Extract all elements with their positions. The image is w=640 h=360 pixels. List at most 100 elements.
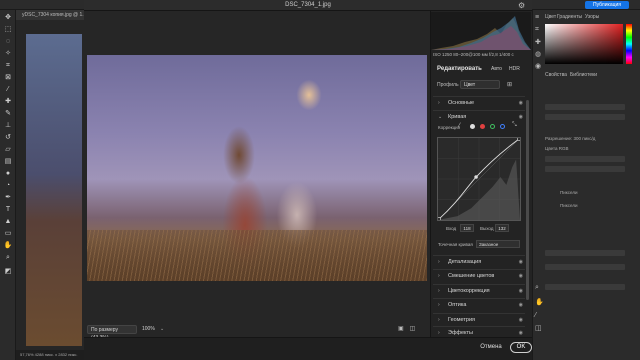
move-tool-icon[interactable]: ✥ bbox=[3, 14, 13, 22]
hue-slider[interactable] bbox=[626, 24, 632, 64]
eyedropper-tool-icon[interactable]: ⁄ bbox=[3, 86, 13, 94]
section-label: Цветокоррекция bbox=[448, 288, 490, 294]
hand-tool-icon[interactable]: ✋ bbox=[3, 242, 13, 250]
color-mode-text: Цвета RGB bbox=[545, 146, 569, 151]
chevron-down-icon[interactable]: ⌄ bbox=[160, 325, 164, 334]
tab-patterns[interactable]: Узоры bbox=[585, 14, 599, 20]
chevron-right-icon: › bbox=[438, 330, 440, 336]
red-channel-dot[interactable] bbox=[480, 124, 485, 129]
ok-button[interactable]: OK bbox=[510, 342, 532, 353]
units-text: Пиксели bbox=[560, 190, 578, 195]
curve-output-label: Выход bbox=[480, 226, 494, 231]
document-tab[interactable]: yDSC_7304 копия.jpg @ 1... bbox=[16, 10, 86, 20]
tab-libraries[interactable]: Библиотеки bbox=[570, 72, 597, 78]
section-basic[interactable]: › Основные ◉ bbox=[433, 96, 525, 108]
section-optics[interactable]: › Оптика ◉ bbox=[433, 298, 525, 310]
compare-icon[interactable]: ▣◫ bbox=[398, 325, 421, 332]
sampler-icon[interactable]: ⁄ bbox=[535, 312, 536, 319]
eye-icon[interactable]: ◉ bbox=[519, 270, 523, 282]
crop-tool-icon[interactable]: ⌗ bbox=[3, 62, 13, 70]
zoom-icon[interactable]: ⌕ bbox=[535, 284, 539, 292]
tab-color[interactable]: Цвет bbox=[545, 14, 556, 20]
eye-icon[interactable]: ◉ bbox=[519, 97, 523, 109]
marquee-tool-icon[interactable]: ⬚ bbox=[3, 26, 13, 34]
section-label: Эффекты bbox=[448, 330, 474, 336]
gear-icon[interactable]: ⚙ bbox=[518, 1, 525, 10]
green-channel-dot[interactable] bbox=[490, 124, 495, 129]
grid-icon[interactable]: ⊞ bbox=[507, 81, 512, 88]
stamp-tool-icon[interactable]: ⊥ bbox=[3, 122, 13, 130]
eye-icon[interactable]: ◉ bbox=[519, 285, 523, 297]
section-color-mixer[interactable]: › Смешение цветов ◉ bbox=[433, 269, 525, 281]
healing-tool-icon[interactable]: ✚ bbox=[3, 98, 13, 106]
blue-channel-dot[interactable] bbox=[500, 124, 505, 129]
mask-icon[interactable]: ◍ bbox=[535, 50, 541, 58]
pen-tool-icon[interactable]: ✒ bbox=[3, 194, 13, 202]
type-tool-icon[interactable]: T bbox=[3, 206, 13, 214]
blur-tool-icon[interactable]: ● bbox=[3, 170, 13, 178]
gradient-tool-icon[interactable]: ▤ bbox=[3, 158, 13, 166]
property-row[interactable] bbox=[545, 156, 625, 162]
shape-tool-icon[interactable]: ▭ bbox=[3, 230, 13, 238]
lasso-tool-icon[interactable]: ◌ bbox=[3, 38, 13, 46]
correction-label: Коррекция bbox=[438, 125, 461, 130]
tab-properties[interactable]: Свойства bbox=[545, 72, 567, 78]
frame-tool-icon[interactable]: ⊠ bbox=[3, 74, 13, 82]
property-row[interactable] bbox=[545, 104, 625, 110]
dodge-tool-icon[interactable]: ◔ bbox=[3, 182, 13, 190]
section-label: Кривая bbox=[448, 114, 467, 120]
edit-tool-icon[interactable]: ≡ bbox=[535, 14, 539, 21]
brush-tool-icon[interactable]: ✎ bbox=[3, 110, 13, 118]
target-adjust-icon[interactable]: ⤡ bbox=[512, 122, 517, 129]
eye-icon[interactable]: ◉ bbox=[519, 256, 523, 268]
layer-row[interactable] bbox=[545, 250, 625, 256]
eye-icon[interactable]: ◉ bbox=[519, 299, 523, 311]
resolution-text: Разрешение: 300 пикс/д bbox=[545, 136, 596, 141]
toggle-mask-icon[interactable]: ◫ bbox=[535, 324, 542, 332]
color-swatches-icon[interactable]: ◩ bbox=[3, 268, 13, 276]
property-row[interactable] bbox=[545, 166, 625, 172]
cancel-button[interactable]: Отмена bbox=[476, 342, 506, 353]
section-color-grading[interactable]: › Цветокоррекция ◉ bbox=[433, 284, 525, 296]
color-picker-field[interactable] bbox=[545, 24, 623, 64]
tab-gradients[interactable]: Градиенты bbox=[557, 14, 582, 20]
section-label: Детализация bbox=[448, 259, 482, 265]
eye-icon[interactable]: ◉ bbox=[519, 314, 523, 326]
parametric-curve-dot[interactable] bbox=[470, 124, 475, 129]
property-row[interactable] bbox=[545, 114, 625, 120]
dialog-title: DSC_7304_1.jpg bbox=[285, 2, 331, 8]
section-effects[interactable]: › Эффекты ◉ bbox=[433, 326, 525, 337]
layer-row[interactable] bbox=[545, 264, 625, 270]
history-brush-icon[interactable]: ↺ bbox=[3, 134, 13, 142]
path-select-tool-icon[interactable]: ▲ bbox=[3, 218, 13, 226]
point-curve-select[interactable]: Заказное bbox=[476, 240, 520, 248]
crop-icon[interactable]: ⌗ bbox=[535, 26, 539, 34]
section-geometry[interactable]: › Геометрия ◉ bbox=[433, 313, 525, 325]
section-curve[interactable]: ⌄ Кривая ◉ bbox=[433, 110, 525, 122]
auto-button[interactable]: Авто bbox=[491, 66, 502, 72]
tone-curve-graph[interactable] bbox=[437, 137, 521, 221]
eye-icon[interactable]: ◉ bbox=[519, 111, 523, 123]
layer-row[interactable] bbox=[545, 284, 625, 290]
curve-input-label: Вход bbox=[446, 226, 457, 231]
publish-button[interactable]: Публикация bbox=[585, 1, 629, 9]
profile-select[interactable]: Цвет bbox=[460, 80, 500, 89]
eye-icon[interactable]: ◉ bbox=[519, 327, 523, 339]
hdr-button[interactable]: HDR bbox=[509, 66, 520, 72]
redeye-icon[interactable]: ◉ bbox=[535, 62, 541, 70]
curve-output-field[interactable]: 132 bbox=[495, 224, 509, 232]
chevron-right-icon: › bbox=[438, 288, 440, 294]
hand-icon[interactable]: ✋ bbox=[535, 298, 544, 306]
zoom-select[interactable]: По размеру (43,3%) bbox=[87, 325, 137, 341]
edit-panel-scrollbar[interactable] bbox=[526, 100, 529, 300]
curve-input-field[interactable]: 118 bbox=[460, 224, 474, 232]
section-detail[interactable]: › Детализация ◉ bbox=[433, 255, 525, 267]
eraser-tool-icon[interactable]: ▱ bbox=[3, 146, 13, 154]
zoom-value[interactable]: 100% bbox=[142, 325, 155, 334]
magic-wand-tool-icon[interactable]: ✧ bbox=[3, 50, 13, 58]
dialog-footer bbox=[84, 337, 532, 360]
eyedropper-icon[interactable]: ⁄ bbox=[459, 123, 460, 129]
zoom-tool-icon[interactable]: ⌕ bbox=[3, 254, 13, 262]
heal-icon[interactable]: ✚ bbox=[535, 38, 541, 46]
photoshop-canvas-image bbox=[26, 34, 82, 346]
